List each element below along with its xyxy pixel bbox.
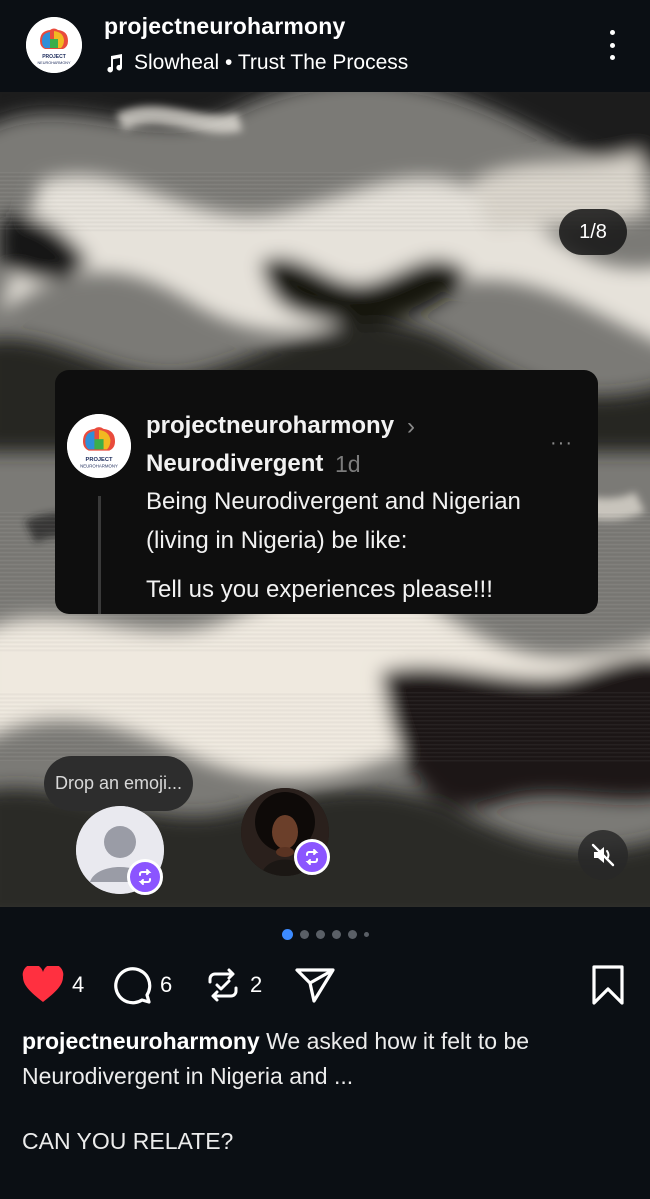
caption-username[interactable]: projectneuroharmony <box>22 1028 260 1054</box>
mute-icon <box>591 843 615 867</box>
glitch-band <box>0 172 650 232</box>
repost-button[interactable]: 2 <box>204 960 262 1010</box>
quoted-post-card: PROJECT NEUROHARMONY projectneuroharmony… <box>55 370 598 614</box>
share-icon <box>295 968 335 1003</box>
repost-icon <box>305 849 319 865</box>
quoted-timestamp: 1d <box>335 451 361 477</box>
page-dot[interactable] <box>299 929 309 939</box>
carousel-pagination <box>0 928 650 940</box>
like-button[interactable]: 4 <box>22 960 84 1010</box>
svg-text:PROJECT: PROJECT <box>42 54 66 60</box>
svg-text:NEUROHARMONY: NEUROHARMONY <box>37 61 71 65</box>
thread-line <box>98 496 101 614</box>
quoted-text-line: (living in Nigeria) be like: <box>146 527 408 554</box>
heart-icon <box>22 966 64 1002</box>
dot <box>609 55 615 60</box>
quoted-username: projectneuroharmony <box>146 412 395 439</box>
header-username[interactable]: projectneuroharmony <box>104 13 346 40</box>
music-note-icon <box>107 54 123 73</box>
bookmark-icon <box>592 965 624 1005</box>
dot <box>609 42 615 48</box>
repost-badge <box>294 839 330 875</box>
music-label: Slowheal • Trust The Process <box>134 51 409 74</box>
quoted-text-line: Tell us you experiences please!!! <box>146 576 493 603</box>
svg-text:NEUROHARMONY: NEUROHARMONY <box>80 464 118 469</box>
comment-icon <box>114 967 152 1005</box>
more-options-button[interactable] <box>598 26 626 64</box>
repost-badge <box>127 859 163 895</box>
emoji-reaction-prompt[interactable]: Drop an emoji... <box>44 756 193 811</box>
like-count: 4 <box>72 972 85 997</box>
quoted-avatar: PROJECT NEUROHARMONY <box>67 414 131 478</box>
music-track[interactable]: Slowheal • Trust The Process <box>104 50 408 76</box>
mute-button[interactable] <box>578 830 628 880</box>
share-button[interactable] <box>294 960 336 1010</box>
more-vertical-icon <box>609 30 615 35</box>
page-dot[interactable] <box>363 931 369 937</box>
quoted-community: Neurodivergent <box>146 450 324 477</box>
post-header: PROJECT NEUROHARMONY projectneuroharmony… <box>0 0 650 92</box>
page-dot[interactable] <box>347 929 357 939</box>
post-media-carousel[interactable]: 1/8 PROJECT NEUROHARMONY projectneurohar… <box>0 92 650 907</box>
chevron-right-icon: › <box>407 413 415 440</box>
post-actions: 4 6 2 <box>0 960 650 1010</box>
brain-logo-icon: PROJECT NEUROHARMONY <box>26 17 82 73</box>
quoted-more-icon: ··· <box>550 432 573 454</box>
repost-icon <box>138 869 152 885</box>
post-caption[interactable]: projectneuroharmony We asked how it felt… <box>22 1024 632 1094</box>
page-dot-active[interactable] <box>281 928 293 940</box>
page-dot[interactable] <box>331 929 341 939</box>
repost-count: 2 <box>250 972 263 997</box>
caption-text-line2: CAN YOU RELATE? <box>22 1128 234 1154</box>
glitch-band <box>0 692 650 762</box>
brain-logo-icon: PROJECT NEUROHARMONY <box>67 414 131 478</box>
svg-text:PROJECT: PROJECT <box>86 457 113 463</box>
page-dot[interactable] <box>315 929 325 939</box>
comment-count: 6 <box>160 972 173 997</box>
repost-icon <box>208 968 238 1002</box>
slide-counter: 1/8 <box>559 209 627 255</box>
profile-avatar[interactable]: PROJECT NEUROHARMONY <box>26 17 82 73</box>
bookmark-button[interactable] <box>590 960 626 1010</box>
comment-button[interactable]: 6 <box>112 960 172 1010</box>
quoted-text-line: Being Neurodivergent and Nigerian <box>146 488 521 515</box>
